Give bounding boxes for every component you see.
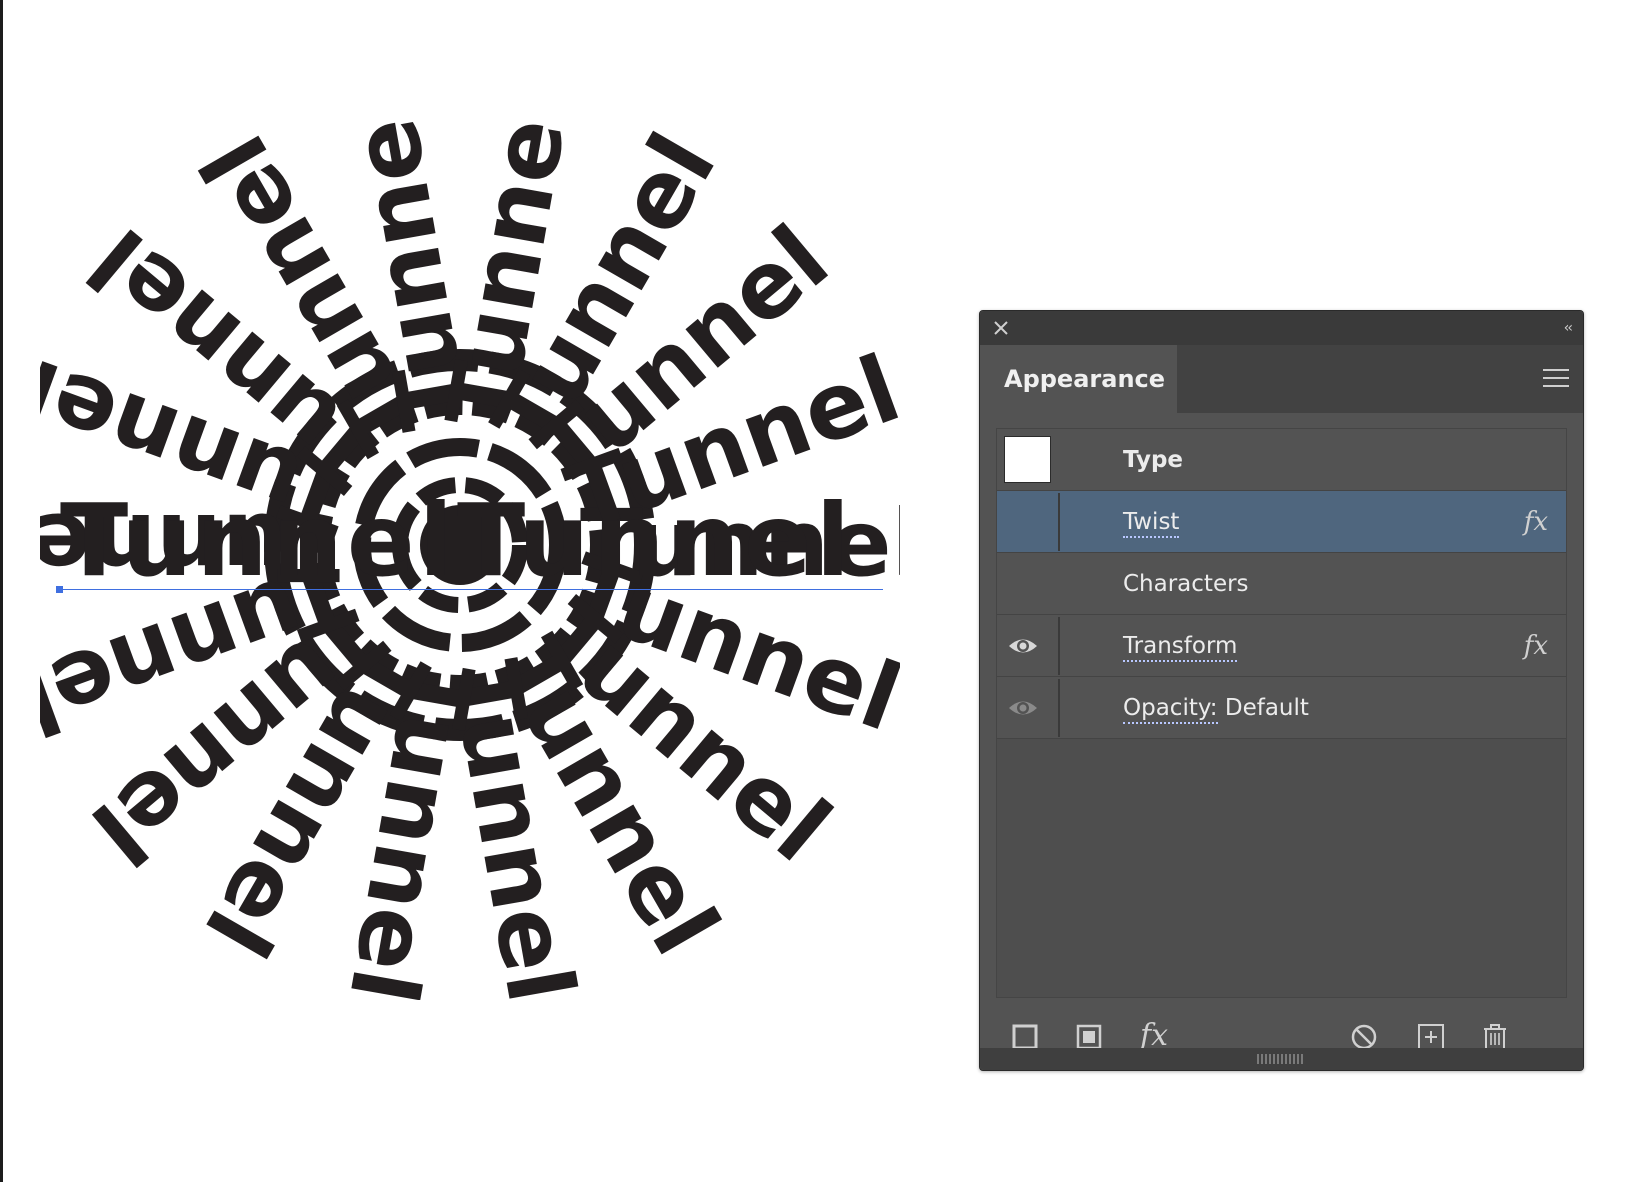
row-characters-label: Characters — [1123, 571, 1249, 597]
row-opacity[interactable]: Opacity: Default — [997, 677, 1566, 739]
type-swatch[interactable] — [1004, 436, 1051, 483]
panel-tabbar: Appearance — [980, 345, 1583, 413]
row-type[interactable]: Type — [997, 429, 1566, 491]
row-transform[interactable]: Transform fx — [997, 615, 1566, 677]
row-divider — [1058, 679, 1060, 737]
row-type-label: Type — [1123, 447, 1184, 473]
tab-appearance-label: Appearance — [1004, 365, 1166, 393]
row-opacity-label: Opacity: Default — [1123, 677, 1309, 739]
canvas-left-edge — [0, 0, 3, 1182]
grip-lines — [1257, 1054, 1305, 1064]
row-twist-label[interactable]: Twist — [1123, 509, 1180, 538]
hamburger-menu-icon[interactable] — [1543, 369, 1569, 389]
row-twist[interactable]: Twist fx — [997, 491, 1566, 553]
row-characters[interactable]: Characters — [997, 553, 1566, 615]
appearance-panel: ‹‹ Appearance Type Twist fx Characters T… — [979, 310, 1584, 1071]
tunnel-artwork[interactable]: Tunnel Tunnel Tunnel Tunnel Tunnel Tunnel Tunn… — [40, 120, 900, 1000]
fx-icon: fx — [1523, 631, 1548, 661]
twist-effect-link[interactable]: Twist — [1123, 491, 1180, 553]
opacity-link[interactable]: Opacity: — [1123, 695, 1218, 724]
close-icon[interactable] — [991, 318, 1011, 338]
panel-titlebar[interactable]: ‹‹ — [980, 311, 1583, 345]
panel-resize-grip[interactable] — [980, 1048, 1583, 1070]
double-chevron-left-icon[interactable]: ‹‹ — [1564, 320, 1573, 336]
opacity-value: Default — [1217, 695, 1309, 721]
text-baseline — [57, 589, 883, 590]
tab-appearance[interactable]: Appearance — [980, 345, 1177, 413]
tunnel-artwork-svg[interactable]: TunnelTunnelTunnelTunnelTunnelTunnelTunn… — [40, 120, 900, 1000]
row-transform-label[interactable]: Transform — [1123, 633, 1238, 662]
eye-visibility-icon[interactable] — [1007, 695, 1039, 721]
eye-visibility-icon[interactable] — [1007, 633, 1039, 659]
appearance-attributes-list: Type Twist fx Characters Transform fx Op… — [996, 428, 1567, 998]
fx-icon: fx — [1523, 507, 1548, 537]
row-divider — [1058, 617, 1060, 675]
baseline-anchor-handle[interactable] — [56, 586, 63, 593]
transform-effect-link[interactable]: Transform — [1123, 615, 1238, 677]
row-divider — [1058, 493, 1060, 551]
